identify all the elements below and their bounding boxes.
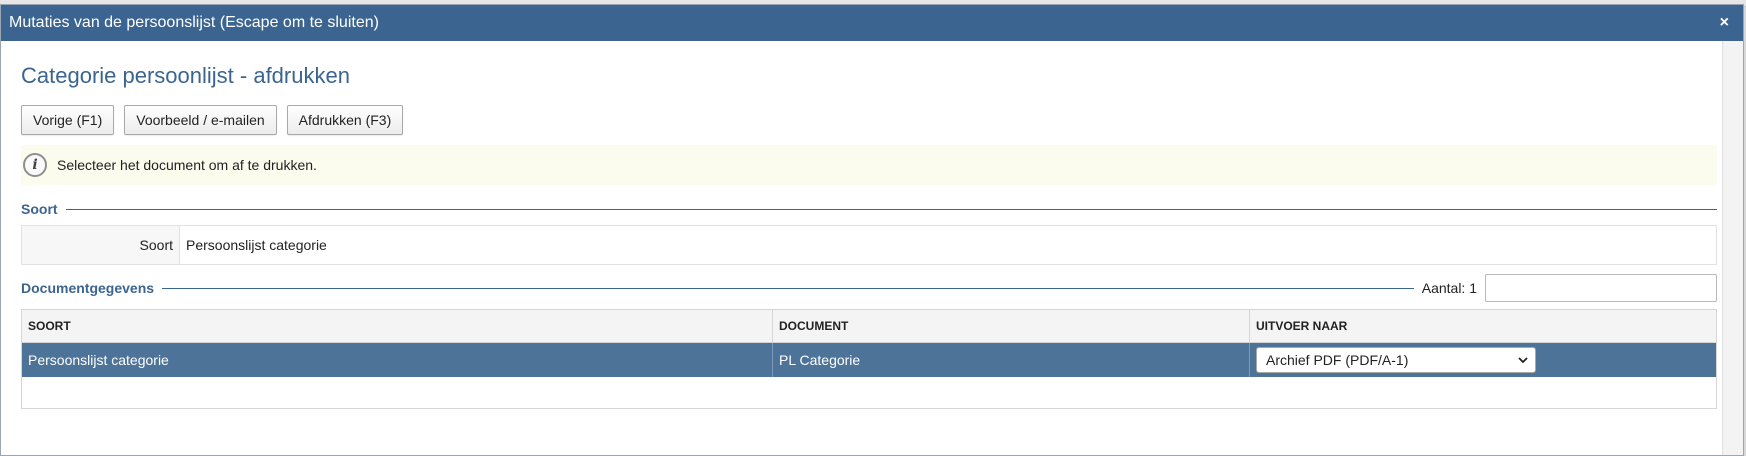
table-row[interactable]: Persoonslijst categorie PL Categorie Arc… bbox=[22, 343, 1716, 377]
table-header: SOORT DOCUMENT UITVOER NAAR bbox=[22, 310, 1716, 343]
documents-table: SOORT DOCUMENT UITVOER NAAR Persoonslijs… bbox=[21, 309, 1717, 409]
info-icon: i bbox=[23, 153, 47, 177]
output-select-value: Archief PDF (PDF/A-1) bbox=[1266, 352, 1409, 368]
row-soort: Persoonslijst categorie bbox=[22, 343, 773, 377]
soort-section-header: Soort bbox=[21, 201, 1717, 217]
documents-section-header: Documentgegevens Aantal: 1 bbox=[21, 273, 1717, 303]
column-header-document[interactable]: DOCUMENT bbox=[773, 310, 1250, 342]
section-divider bbox=[162, 287, 1414, 289]
document-filter-input[interactable] bbox=[1485, 274, 1717, 302]
dialog-title: Mutaties van de persoonslijst (Escape om… bbox=[9, 14, 379, 31]
output-select[interactable]: Archief PDF (PDF/A-1) bbox=[1256, 347, 1536, 373]
scrollbar[interactable] bbox=[1722, 41, 1743, 455]
soort-legend: Soort bbox=[21, 201, 58, 217]
documents-legend: Documentgegevens bbox=[21, 280, 155, 296]
chevron-down-icon bbox=[1518, 357, 1528, 364]
close-icon[interactable]: × bbox=[1720, 14, 1729, 32]
soort-field-row: Soort Persoonslijst categorie bbox=[21, 225, 1717, 265]
previous-button[interactable]: Vorige (F1) bbox=[21, 105, 115, 135]
dialog-titlebar: Mutaties van de persoonslijst (Escape om… bbox=[1, 5, 1743, 41]
row-output-cell: Archief PDF (PDF/A-1) bbox=[1250, 343, 1716, 377]
info-banner: i Selecteer het document om af te drukke… bbox=[21, 145, 1717, 185]
column-header-soort[interactable]: SOORT bbox=[22, 310, 773, 342]
document-count: Aantal: 1 bbox=[1421, 280, 1477, 296]
row-document: PL Categorie bbox=[773, 343, 1250, 377]
soort-field-label: Soort bbox=[22, 226, 180, 264]
print-button[interactable]: Afdrukken (F3) bbox=[286, 105, 404, 135]
toolbar: Vorige (F1) Voorbeeld / e-mailen Afdrukk… bbox=[21, 105, 404, 135]
page-title: Categorie persoonlijst - afdrukken bbox=[21, 63, 350, 88]
section-divider bbox=[65, 208, 1717, 210]
soort-field-value: Persoonslijst categorie bbox=[186, 237, 327, 253]
preview-email-button[interactable]: Voorbeeld / e-mailen bbox=[124, 105, 277, 135]
print-dialog: Mutaties van de persoonslijst (Escape om… bbox=[0, 4, 1744, 456]
column-header-output[interactable]: UITVOER NAAR bbox=[1250, 310, 1716, 342]
info-message: Selecteer het document om af te drukken. bbox=[57, 157, 317, 173]
